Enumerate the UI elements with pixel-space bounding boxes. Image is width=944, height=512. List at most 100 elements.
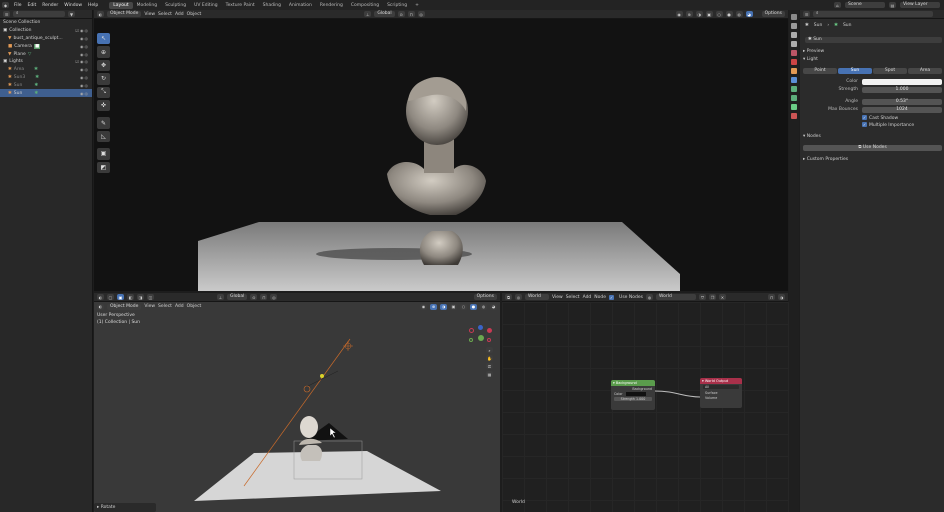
outliner-item-area[interactable]: ✱ Area ✱ ◉◎ [0, 66, 92, 74]
visibility-icons[interactable]: ☑◉◎ [75, 59, 92, 64]
multiple-importance-checkbox[interactable]: ✓ Multiple Importance [862, 122, 914, 128]
world-output-node[interactable]: ▾ World Output All Surface Volume [700, 378, 742, 408]
section-nodes[interactable]: ▾ Nodes [803, 134, 821, 139]
use-nodes-button[interactable]: ⧉ Use Nodes [803, 145, 942, 151]
snap-icon[interactable]: ⊓ [768, 294, 775, 300]
shading-solid-icon[interactable]: ● [725, 11, 733, 17]
editor-type-icon[interactable]: ◐ [97, 11, 104, 17]
menu-select[interactable]: Select [566, 295, 580, 300]
angle-field[interactable]: 0.53° [862, 99, 942, 105]
add-object-tool-icon[interactable]: ◩ [97, 161, 110, 174]
gizmo-icon[interactable]: ⊕ [430, 303, 437, 310]
gizmo-icon[interactable]: ⊕ [685, 11, 693, 17]
light-type-sun[interactable]: Sun [838, 68, 872, 74]
snap-icon[interactable]: ⊓ [407, 11, 415, 17]
outliner-item-plane[interactable]: ▼ Plane ▽ ◉◎ [0, 50, 92, 58]
editor-type-icon[interactable]: ◐ [97, 294, 104, 300]
mode-selector[interactable]: Object Mode [107, 303, 142, 310]
view-layer-icon[interactable]: ▤ [889, 2, 896, 8]
outliner-item-sun[interactable]: ✱ Sun ✱ ◉◎ [0, 89, 92, 97]
add-cube-tool-icon[interactable]: ▣ [97, 148, 110, 160]
editor-type-icon[interactable]: ☰ [803, 11, 810, 17]
fake-user-icon[interactable]: ⛉ [698, 294, 706, 300]
tool-tab-icon[interactable] [791, 14, 797, 20]
snap-icon[interactable]: ⊓ [260, 294, 268, 300]
cursor-tool-icon[interactable]: ⊕ [97, 46, 110, 58]
proportional-edit-icon[interactable]: ◎ [417, 11, 425, 17]
section-preview[interactable]: ▸ Preview [803, 49, 824, 54]
add-workspace-button[interactable]: + [411, 2, 423, 9]
use-nodes-checkbox[interactable]: ✓ [609, 294, 615, 300]
shading-material-icon[interactable]: ◍ [735, 11, 743, 17]
select-mode-icon[interactable]: ▢ [107, 294, 114, 300]
tab-scripting[interactable]: Scripting [383, 2, 411, 9]
editor-type-icon[interactable]: ⧉ [505, 294, 512, 300]
world-icon[interactable]: ◍ [645, 294, 653, 300]
color-field[interactable] [862, 79, 942, 85]
annotate-tool-icon[interactable]: ✎ [97, 117, 110, 129]
options-button[interactable]: Options [761, 11, 785, 17]
orientation-icon[interactable]: ⊥ [217, 294, 224, 300]
shader-type-icon[interactable]: ◎ [515, 294, 522, 300]
zoom-icon[interactable]: ⌕ [486, 347, 493, 353]
measure-tool-icon[interactable]: ◺ [97, 130, 110, 143]
visibility-icon[interactable]: ◉ [675, 11, 683, 17]
select-extend-icon[interactable]: ◧ [127, 294, 134, 300]
menu-view[interactable]: View [144, 304, 155, 309]
menu-window[interactable]: Window [61, 3, 85, 8]
overlay-icon[interactable]: ◑ [778, 294, 785, 300]
menu-node[interactable]: Node [594, 295, 606, 300]
scale-tool-icon[interactable]: ⤡ [97, 86, 110, 99]
menu-add[interactable]: Add [583, 295, 592, 300]
tab-uv-editing[interactable]: UV Editing [190, 2, 221, 9]
transform-tool-icon[interactable]: ✜ [97, 100, 110, 112]
background-node[interactable]: ▾ Background Background Color Strength 1… [611, 380, 655, 410]
proportional-edit-icon[interactable]: ◎ [270, 294, 278, 300]
menu-object[interactable]: Object [187, 304, 202, 309]
rendered-viewport[interactable] [94, 19, 788, 291]
tab-texture-paint[interactable]: Texture Paint [222, 2, 259, 9]
shading-wireframe-icon[interactable]: ○ [715, 11, 723, 17]
shading-material-icon[interactable]: ◍ [480, 303, 487, 310]
output-tab-icon[interactable] [791, 32, 797, 38]
menu-select[interactable]: Select [158, 12, 172, 17]
move-tool-icon[interactable]: ✥ [97, 59, 110, 72]
outliner-search-input[interactable]: ⌕ [13, 11, 65, 17]
menu-view[interactable]: View [552, 295, 563, 300]
visibility-icons[interactable]: ◉◎ [80, 67, 92, 72]
outliner-scene-collection[interactable]: Scene Collection [0, 19, 92, 27]
tab-modeling[interactable]: Modeling [133, 2, 161, 9]
scene-selector[interactable]: Scene [845, 2, 885, 8]
outliner-item-sun3[interactable]: ✱ Sun3 ✱ ◉◎ [0, 74, 92, 82]
editor-type-icon[interactable]: ☰ [3, 11, 10, 17]
shading-wireframe-icon[interactable]: ○ [460, 303, 467, 310]
light-data-tab-icon[interactable] [791, 104, 797, 110]
orientation-selector[interactable]: Global [227, 294, 248, 300]
visibility-icons[interactable]: ◉◎ [80, 83, 92, 88]
strength-field[interactable]: 1.000 [862, 87, 942, 93]
tab-shading[interactable]: Shading [259, 2, 285, 9]
shading-solid-icon[interactable]: ● [470, 303, 477, 310]
visibility-icons[interactable]: ☑◉◎ [75, 28, 92, 33]
cast-shadow-checkbox[interactable]: ✓ Cast Shadow [862, 115, 898, 121]
section-light[interactable]: ▾ Light [803, 57, 818, 62]
menu-edit[interactable]: Edit [25, 3, 40, 8]
visibility-icon[interactable]: ◉ [420, 303, 427, 310]
pan-hand-icon[interactable]: ✋ [486, 355, 493, 361]
operator-panel[interactable]: ▸ Rotate [94, 503, 156, 512]
menu-file[interactable]: File [11, 3, 25, 8]
outliner-item-collection[interactable]: ▣ Collection ☑◉◎ [0, 27, 92, 35]
render-tab-icon[interactable] [791, 23, 797, 29]
light-type-spot[interactable]: Spot [873, 68, 907, 74]
rotate-tool-icon[interactable]: ↻ [97, 73, 110, 85]
orientation-icon[interactable]: ⊥ [364, 11, 372, 17]
strength-field[interactable]: Strength 1.000 [614, 397, 652, 401]
view-layer-selector[interactable]: View Layer [900, 2, 940, 8]
tab-rendering[interactable]: Rendering [316, 2, 347, 9]
constraints-tab-icon[interactable] [791, 95, 797, 101]
editor-type-icon[interactable]: ◐ [97, 303, 104, 310]
world-tab-icon[interactable] [791, 59, 797, 65]
light-type-point[interactable]: Point [803, 68, 837, 74]
mode-selector[interactable]: Object Mode [107, 11, 142, 17]
visibility-icons[interactable]: ◉◎ [80, 52, 92, 57]
